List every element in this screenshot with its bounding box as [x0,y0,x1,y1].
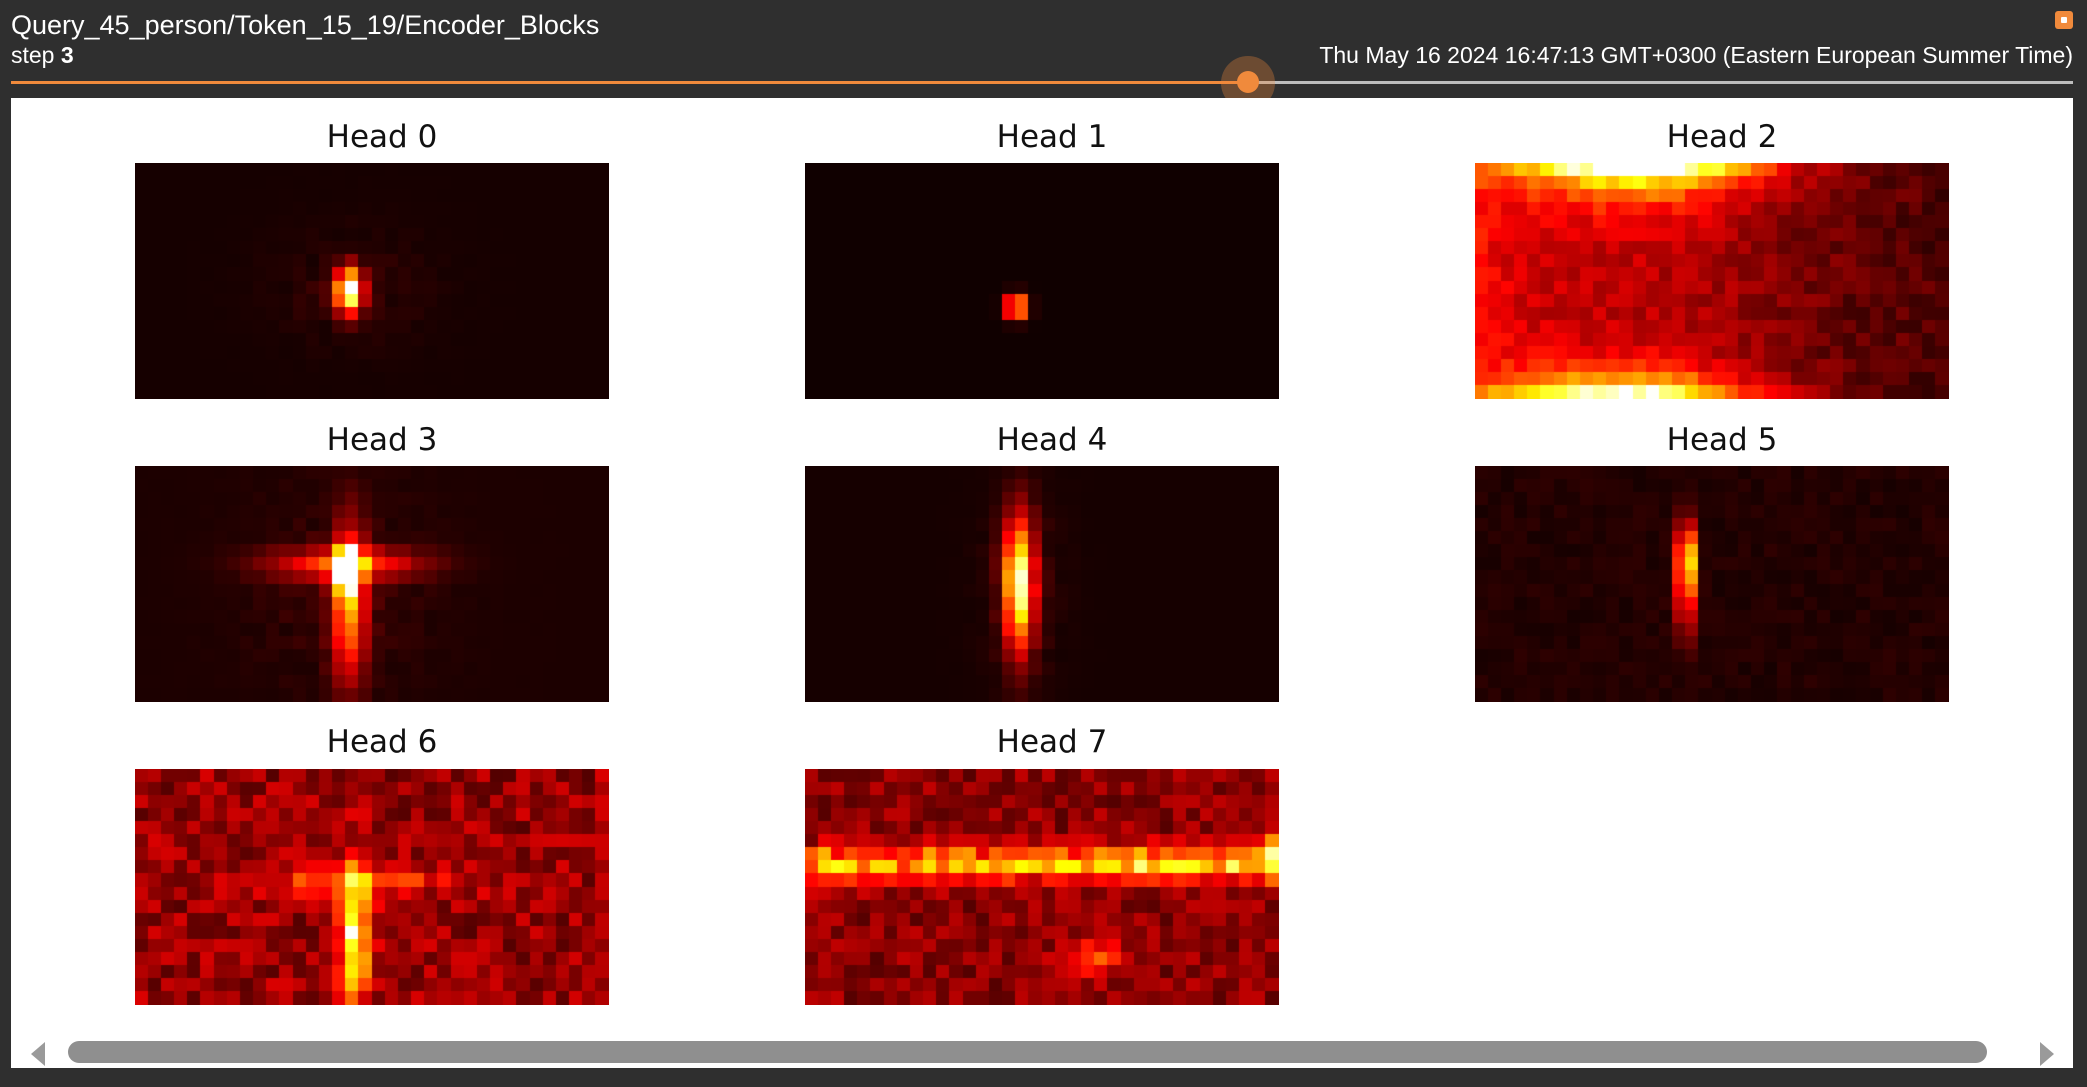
expand-icon[interactable] [2055,11,2073,29]
head-4-heatmap [805,466,1279,702]
scroll-left-icon[interactable] [31,1042,45,1066]
head-2-heatmap [1475,163,1949,399]
head-6-title: Head 6 [326,724,438,760]
head-1-title: Head 1 [996,119,1108,155]
header: Query_45_person/Token_15_19/Encoder_Bloc… [0,0,2087,110]
head-5-heatmap [1475,466,1949,702]
step-slider[interactable] [11,56,2073,110]
head-5-title: Head 5 [1666,422,1778,458]
card-title: Query_45_person/Token_15_19/Encoder_Bloc… [11,10,600,40]
head-0-title: Head 0 [326,119,438,155]
step-label: step [11,42,55,68]
head-1-heatmap [805,163,1279,399]
head-4-title: Head 4 [996,422,1108,458]
head-3-heatmap [135,466,609,702]
head-7-title: Head 7 [996,724,1108,760]
scroll-thumb[interactable] [68,1041,1987,1063]
head-2-title: Head 2 [1666,119,1778,155]
image-panel: Head 0 Head 1 Head 2 Head 3 Head 4 Head … [11,98,2073,1068]
head-0-heatmap [135,163,609,399]
step-value: 3 [60,42,74,68]
horizontal-scrollbar[interactable] [11,1033,2073,1068]
slider-fill [11,81,1249,84]
scroll-right-icon[interactable] [2040,1042,2054,1066]
head-6-heatmap [135,769,609,1005]
head-3-title: Head 3 [326,422,438,458]
head-7-heatmap [805,769,1279,1005]
